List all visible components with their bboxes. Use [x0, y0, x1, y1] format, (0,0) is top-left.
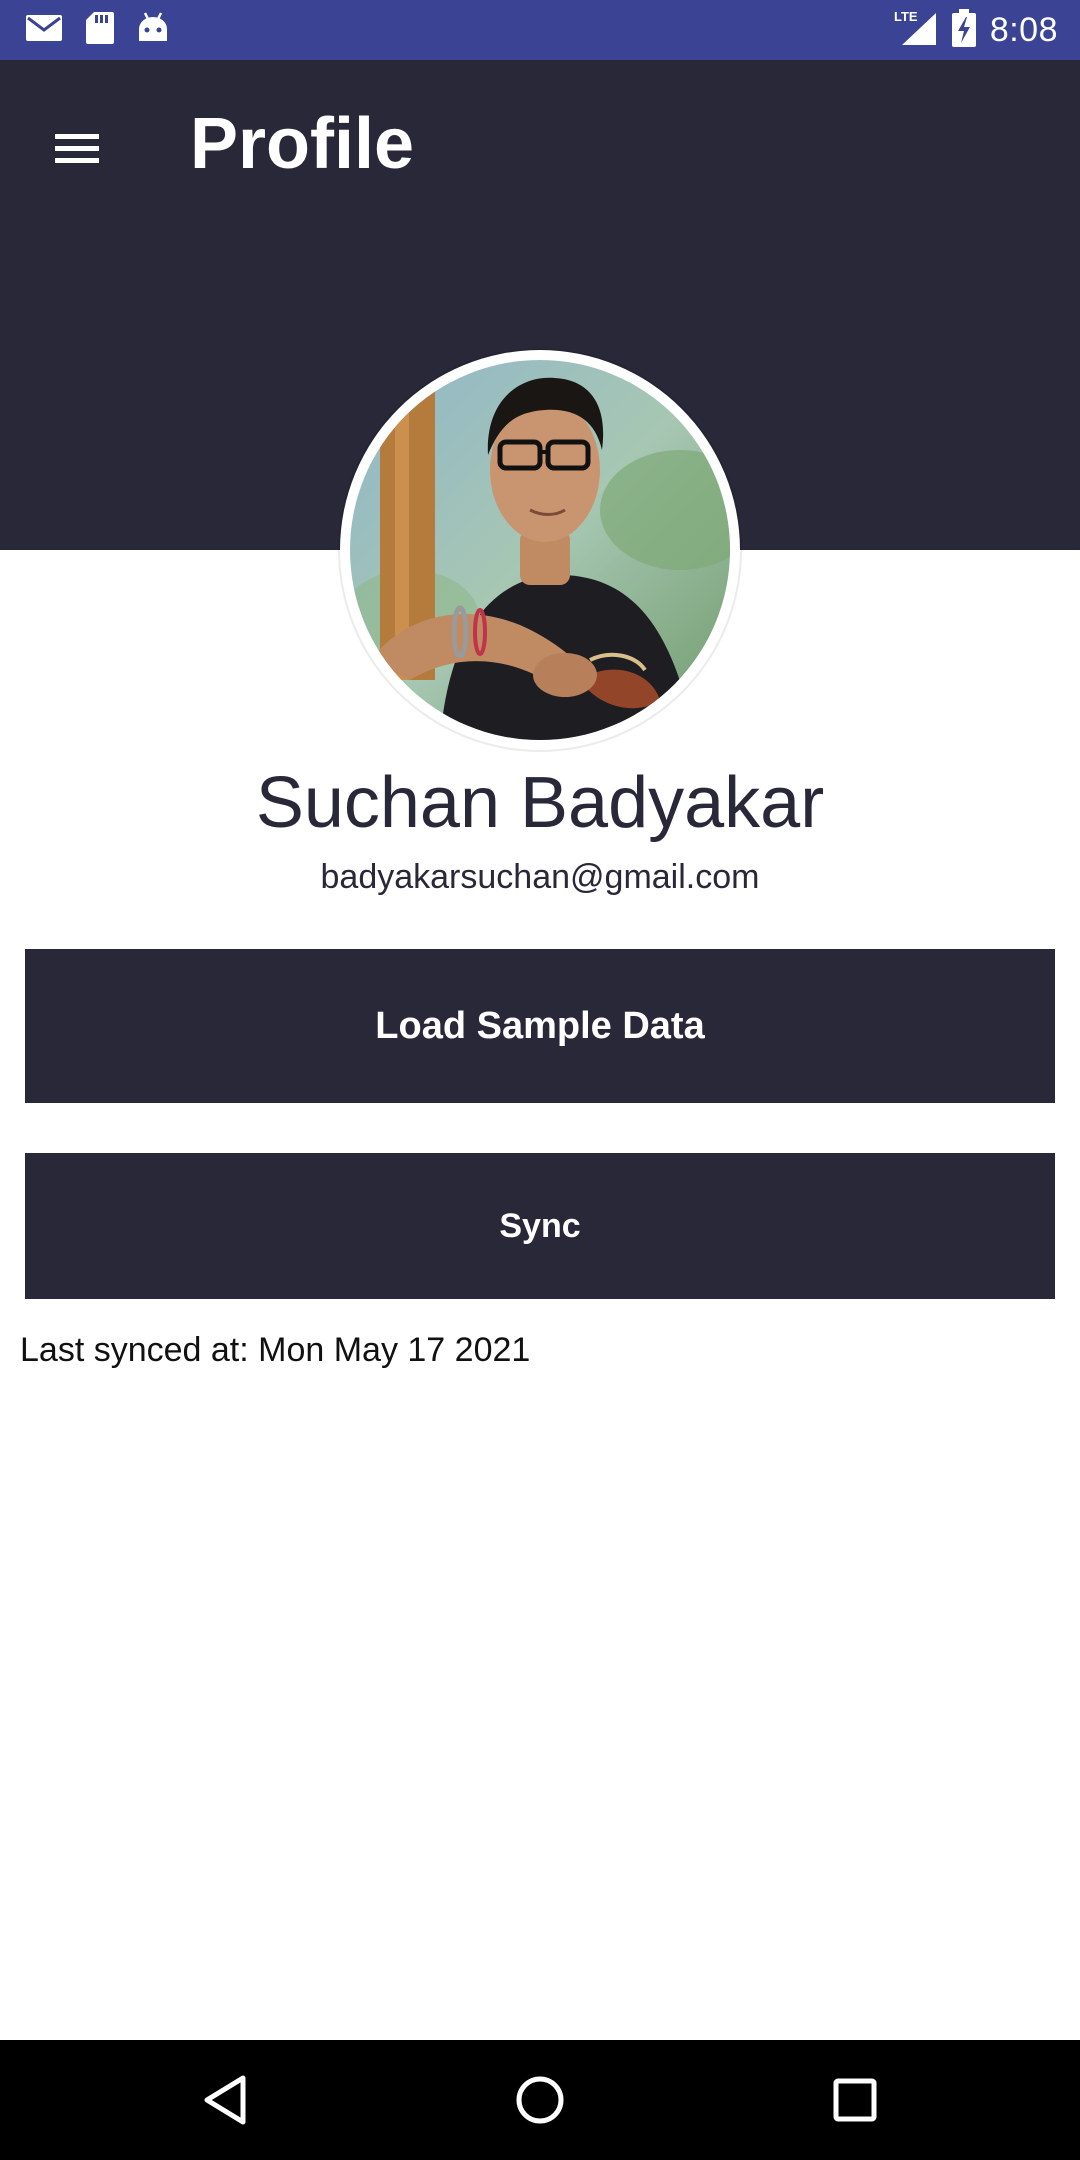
status-left-icons [24, 8, 170, 52]
sync-button[interactable]: Sync [25, 1153, 1055, 1299]
load-sample-data-button[interactable]: Load Sample Data [25, 949, 1055, 1103]
android-icon [136, 11, 170, 50]
status-bar: LTE 8:08 [0, 0, 1080, 60]
sd-card-icon [84, 10, 116, 51]
page-title: Profile [190, 104, 415, 184]
svg-text:LTE: LTE [894, 9, 918, 24]
hamburger-menu-icon[interactable] [36, 108, 118, 190]
recents-icon[interactable] [810, 2060, 900, 2140]
gmail-icon [24, 12, 64, 49]
last-synced-text: Last synced at: Mon May 17 2021 [20, 1331, 531, 1369]
navigation-bar [0, 2040, 1080, 2160]
status-time: 8:08 [989, 10, 1058, 49]
avatar [340, 350, 740, 750]
lte-signal-icon: LTE [892, 9, 938, 52]
profile-email: badyakarsuchan@gmail.com [320, 858, 760, 896]
status-right-icons: LTE 8:08 [892, 8, 1058, 52]
battery-charging-icon [951, 8, 976, 52]
back-icon[interactable] [180, 2060, 270, 2140]
profile-photo [350, 360, 730, 740]
profile-name: Suchan Badyakar [255, 763, 825, 843]
home-icon[interactable] [495, 2060, 585, 2140]
